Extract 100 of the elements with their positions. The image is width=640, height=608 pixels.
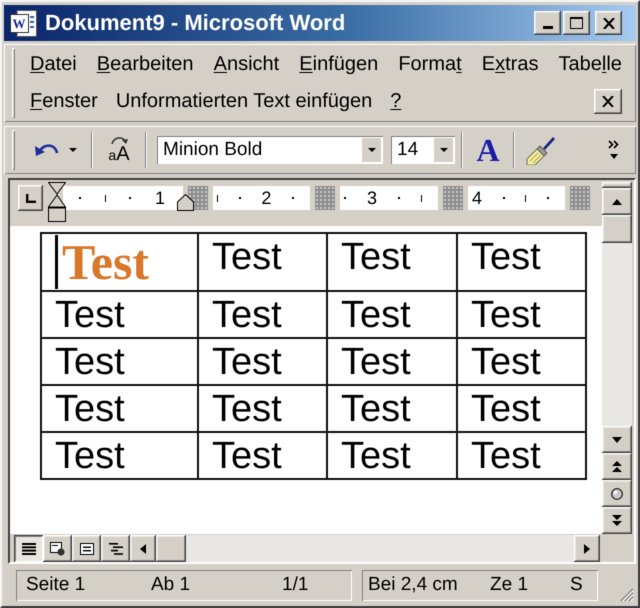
- next-page-button[interactable]: [602, 507, 632, 534]
- cell-text: Test: [212, 236, 282, 278]
- cell-text: Test: [212, 388, 282, 430]
- menu-item[interactable]: Format: [398, 53, 462, 76]
- ruler-tick: [420, 194, 422, 202]
- cell-text: Test: [62, 236, 150, 288]
- undo-icon: [35, 142, 59, 158]
- cell-text: Test: [55, 435, 125, 477]
- status-text: Bei 2,4 cm: [368, 574, 459, 596]
- change-case-button[interactable]: aA: [99, 132, 139, 168]
- view-button[interactable]: [43, 535, 72, 562]
- double-down-arrow-icon: [612, 515, 622, 526]
- status-text: Seite 1: [26, 574, 86, 596]
- cell-text: Test: [341, 388, 411, 430]
- font-size-dropdown[interactable]: 14: [391, 136, 455, 164]
- left-arrow-icon: [140, 544, 146, 554]
- cell-text: Test: [212, 341, 282, 383]
- toolbar-gripper[interactable]: [12, 48, 15, 118]
- menu-item[interactable]: Extras: [482, 53, 538, 76]
- status-text: Ze 1: [490, 574, 530, 596]
- caret-icon: [440, 148, 448, 152]
- ruler-number: 2: [261, 189, 272, 207]
- circle-icon: [611, 488, 623, 500]
- ruler-tick: [502, 197, 505, 199]
- font-dropdown[interactable]: Minion Bold: [157, 136, 383, 164]
- view-button[interactable]: [14, 535, 43, 562]
- cell-text: Test: [341, 341, 411, 383]
- status-text: S: [570, 574, 583, 596]
- font-color-button[interactable]: A: [469, 132, 507, 168]
- resize-grip-icon[interactable]: [620, 588, 634, 602]
- ruler-tick: [104, 194, 106, 202]
- left-tab-icon: [26, 194, 36, 202]
- ruler-tick: [238, 197, 241, 199]
- indent-marker-icon[interactable]: [48, 182, 66, 222]
- cell-text: Test: [341, 236, 411, 278]
- previous-page-button[interactable]: [602, 453, 632, 480]
- curved-arrow-icon: [110, 136, 128, 144]
- menu-item[interactable]: Fenster: [30, 90, 98, 113]
- close-button[interactable]: [595, 11, 622, 35]
- ruler-tick: [129, 197, 132, 199]
- status-text: 1/1: [282, 574, 308, 596]
- column-marker-icon[interactable]: [315, 186, 335, 210]
- ruler-number: 1: [154, 189, 165, 207]
- outline-icon: [108, 542, 122, 554]
- minimize-icon: [542, 26, 552, 29]
- column-marker-icon[interactable]: [570, 186, 590, 210]
- cell-text: Test: [471, 388, 541, 430]
- cell-text: Test: [212, 294, 282, 336]
- column-marker-icon[interactable]: [443, 186, 463, 210]
- ruler-tick: [398, 197, 400, 199]
- tab-selector-button[interactable]: [18, 185, 43, 211]
- ruler-tick: [546, 197, 549, 199]
- scroll-up-button[interactable]: [602, 188, 632, 215]
- indent-marker-icon[interactable]: [177, 194, 194, 211]
- scroll-thumb[interactable]: [156, 535, 186, 562]
- menu-item[interactable]: Einfügen: [299, 53, 378, 76]
- ruler-tick: [292, 197, 294, 199]
- down-arrow-icon: [612, 436, 622, 442]
- close-icon: [602, 18, 614, 28]
- view-button[interactable]: [72, 535, 101, 562]
- cell-text: Test: [55, 341, 125, 383]
- cell-text: Test: [471, 236, 541, 278]
- caret-icon: [69, 148, 77, 152]
- cell-text: Test: [212, 435, 282, 477]
- ruler-number: 4: [472, 189, 482, 207]
- menu-item[interactable]: Ansicht: [214, 53, 280, 76]
- cell-text: Test: [471, 341, 541, 383]
- paintbrush-icon: [526, 135, 556, 165]
- view-button[interactable]: [101, 535, 130, 562]
- menu-item[interactable]: Tabelle: [558, 53, 622, 76]
- ruler-tick: [79, 197, 81, 199]
- chevron-icon: [608, 140, 620, 160]
- menu-item[interactable]: Datei: [30, 53, 77, 76]
- scroll-right-button[interactable]: [574, 535, 600, 562]
- close-icon: [602, 96, 614, 107]
- double-up-arrow-icon: [612, 461, 622, 472]
- dropdown-button[interactable]: [434, 138, 453, 162]
- right-arrow-icon: [584, 544, 590, 554]
- status-text: Ab 1: [151, 574, 192, 596]
- menu-item[interactable]: ?: [390, 90, 402, 113]
- toolbar-gripper[interactable]: [12, 130, 15, 170]
- window-title: Dokument9 - Microsoft Word: [45, 10, 346, 36]
- maximize-button[interactable]: [563, 11, 590, 35]
- scroll-left-button[interactable]: [130, 535, 156, 562]
- scroll-down-button[interactable]: [602, 426, 632, 453]
- close-document-button[interactable]: [594, 89, 622, 114]
- cell-text: Test: [55, 294, 125, 336]
- menu-item[interactable]: Unformatierten Text einfügen: [116, 90, 372, 113]
- split-handle[interactable]: [602, 182, 632, 188]
- menu-item[interactable]: Bearbeiten: [96, 53, 194, 76]
- page-icon: [80, 542, 94, 554]
- ruler-tick: [344, 197, 346, 199]
- scroll-thumb[interactable]: [602, 215, 632, 243]
- cell-text: Test: [341, 294, 411, 336]
- dropdown-button[interactable]: [362, 138, 381, 162]
- ruler-number: 3: [366, 189, 377, 207]
- browse-object-button[interactable]: [602, 480, 632, 507]
- cell-text: Test: [471, 294, 541, 336]
- ruler-tick: [525, 194, 526, 202]
- minimize-button[interactable]: [534, 11, 561, 35]
